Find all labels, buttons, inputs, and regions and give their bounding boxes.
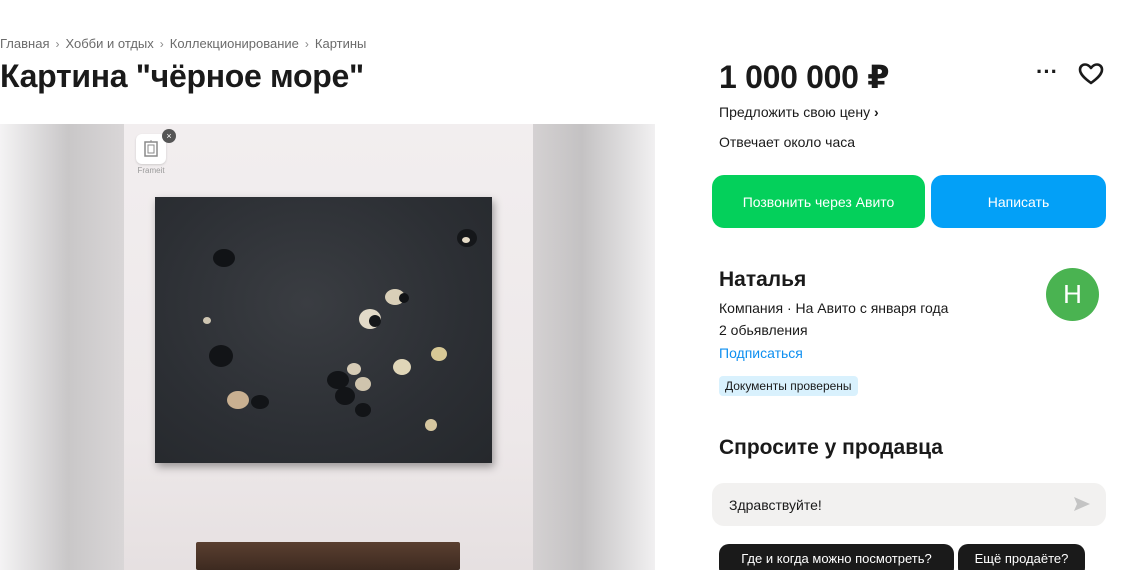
send-icon[interactable] bbox=[1072, 494, 1092, 514]
subscribe-link[interactable]: Подписаться bbox=[719, 345, 803, 361]
gallery-blur-left bbox=[0, 124, 124, 570]
page-title: Картина "чёрное море" bbox=[0, 58, 364, 94]
frameit-label: Frameit bbox=[137, 166, 165, 175]
response-time: Отвечает около часа bbox=[719, 134, 856, 150]
verified-badge: Документы проверены bbox=[719, 376, 858, 396]
offer-price-label: Предложить свою цену bbox=[719, 104, 871, 120]
ask-seller-title: Спросите у продавца bbox=[719, 436, 943, 459]
breadcrumb-item-hobby[interactable]: Хобби и отдых bbox=[65, 36, 153, 51]
chevron-right-icon: › bbox=[304, 36, 309, 51]
frameit-overlay[interactable]: Frameit × bbox=[134, 129, 176, 182]
more-horizontal-icon[interactable]: ··· bbox=[1034, 61, 1060, 86]
photo-gallery[interactable]: Frameit × bbox=[0, 124, 655, 570]
seller-ads-count[interactable]: 2 обьявления bbox=[719, 322, 808, 338]
avatar[interactable]: Н bbox=[1046, 268, 1099, 321]
price: 1 000 000 ₽ bbox=[719, 59, 890, 95]
main-photo[interactable]: Frameit × bbox=[124, 124, 533, 570]
quick-question-chip[interactable]: Где и когда можно посмотреть? bbox=[719, 544, 954, 570]
message-input[interactable] bbox=[712, 483, 1106, 526]
close-icon[interactable]: × bbox=[162, 129, 176, 143]
seller-name[interactable]: Наталья bbox=[719, 268, 806, 292]
breadcrumb-item-home[interactable]: Главная bbox=[0, 36, 49, 51]
seller-info: Компания · На Авито с января года bbox=[719, 300, 949, 316]
painting-image bbox=[155, 197, 492, 463]
write-button[interactable]: Написать bbox=[931, 175, 1106, 228]
chevron-right-icon: › bbox=[873, 104, 879, 120]
chevron-right-icon: › bbox=[55, 36, 60, 51]
quick-question-chip[interactable]: Ещё продаёте? bbox=[958, 544, 1085, 570]
breadcrumb-item-collecting[interactable]: Коллекционирование bbox=[170, 36, 299, 51]
offer-price-link[interactable]: Предложить свою цену › bbox=[719, 104, 879, 120]
breadcrumb-item-paintings[interactable]: Картины bbox=[315, 36, 367, 51]
gallery-blur-right bbox=[533, 124, 655, 570]
heart-icon[interactable] bbox=[1078, 62, 1104, 86]
call-button[interactable]: Позвонить через Авито bbox=[712, 175, 925, 228]
breadcrumb: Главная › Хобби и отдых › Коллекциониров… bbox=[0, 36, 366, 51]
table-image bbox=[196, 542, 460, 570]
chevron-right-icon: › bbox=[159, 36, 164, 51]
